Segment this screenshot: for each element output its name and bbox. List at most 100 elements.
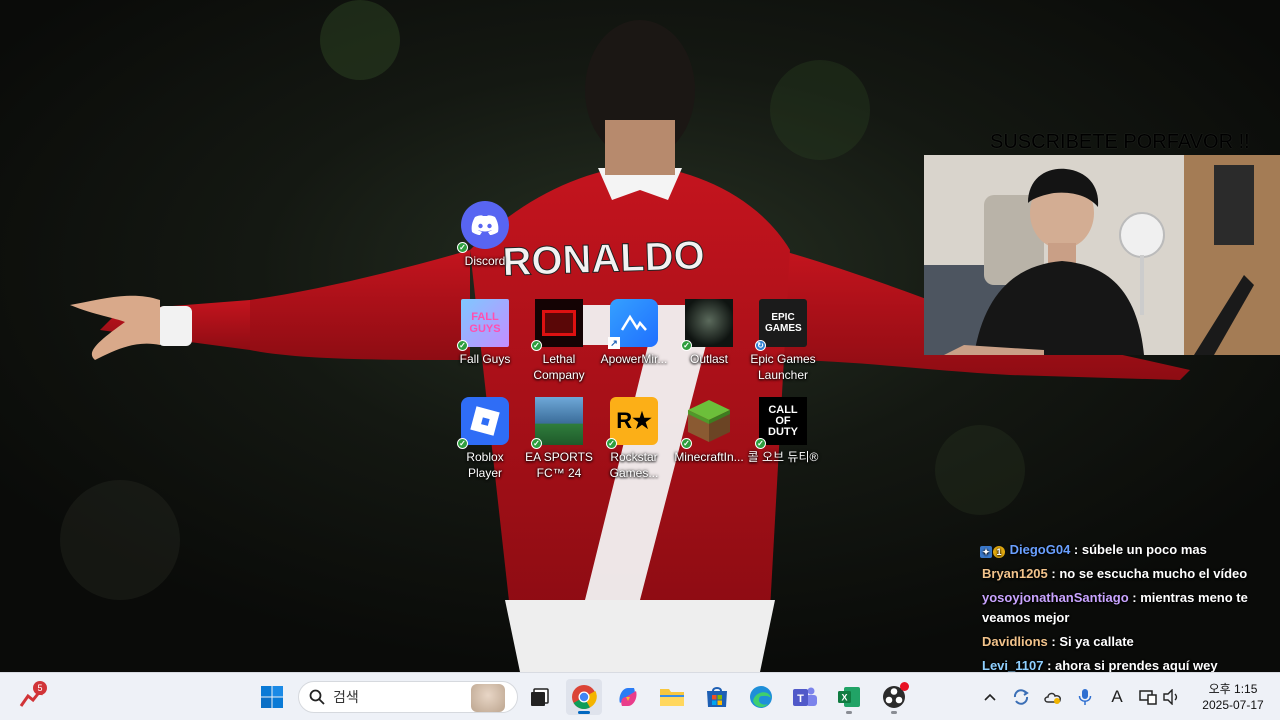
webcam-feed — [924, 155, 1280, 355]
discord-icon: ✓ — [457, 201, 509, 253]
chat-text: ahora si prendes aquí wey — [1055, 658, 1218, 673]
search-icon — [309, 689, 325, 705]
edge-icon — [750, 686, 772, 708]
webcam-title: SUSCRIBETE PORFAVOR !! — [990, 131, 1250, 153]
teams-icon: T — [793, 687, 817, 706]
desktop-icon-label: Fall Guys — [459, 352, 511, 366]
desktop-icon-call-of-duty[interactable]: CALL OF DUTY ✓ 콜 오브 듀티® — [746, 397, 820, 465]
chat-username: Levi_1107 — [982, 658, 1044, 673]
network-tray-button[interactable] — [1136, 685, 1160, 709]
search-placeholder: 검색 — [333, 689, 359, 705]
store-icon — [707, 687, 727, 707]
taskbar-app-excel[interactable]: X — [831, 679, 867, 715]
sync-icon — [1013, 689, 1029, 705]
sync-check-icon: ✓ — [606, 438, 617, 449]
taskbar-app-edge[interactable] — [743, 679, 779, 715]
clock-time: 오후 1:15 — [1208, 682, 1258, 696]
epic-games-icon: EPIC GAMES ↻ — [755, 299, 807, 351]
chevron-up-icon — [984, 693, 996, 701]
jersey-name: RONALDO — [502, 233, 706, 284]
chat-username: DiegoG04 — [1009, 542, 1071, 557]
chat-message: Davidlions : Si ya callate — [982, 634, 1134, 649]
desktop-icon-label: Discord — [464, 254, 506, 268]
chat-text: Si ya callate — [1059, 634, 1134, 649]
sync-check-icon: ✓ — [681, 438, 692, 449]
taskbar-clock[interactable]: 오후 1:15 2025-07-17 — [1192, 681, 1274, 713]
microphone-icon — [1078, 689, 1092, 705]
copilot-icon — [619, 688, 637, 706]
task-view-button[interactable] — [522, 679, 558, 715]
running-indicator — [846, 711, 852, 714]
call-of-duty-icon: CALL OF DUTY ✓ — [755, 397, 807, 449]
sync-tray-button[interactable] — [1009, 685, 1033, 709]
chat-message: ✦ 1 DiegoG04 : súbele un poco mas — [978, 540, 1278, 560]
sync-pending-icon: ↻ — [755, 340, 766, 351]
widgets-button[interactable]: 5 — [14, 679, 50, 715]
sync-check-icon: ✓ — [457, 242, 468, 253]
sync-check-icon: ✓ — [457, 340, 468, 351]
desktop-icon-lethal-company[interactable]: ✓ Lethal Company — [522, 299, 596, 383]
taskbar-app-teams[interactable]: T — [787, 679, 823, 715]
running-indicator — [891, 711, 897, 714]
chrome-icon — [572, 685, 597, 710]
chat-message: yosoyjonathanSantiago : mientras meno te… — [982, 590, 1248, 625]
desktop-icon-label: MinecraftIn... — [674, 450, 744, 464]
sync-check-icon: ✓ — [681, 340, 692, 351]
lethal-company-icon: ✓ — [531, 299, 583, 351]
excel-icon: X — [838, 687, 860, 707]
shortcut-arrow-icon: ↗ — [608, 337, 620, 349]
desktop-icon-rockstar-games[interactable]: R★ ✓ Rockstar Games... — [597, 397, 671, 481]
sync-check-icon: ✓ — [755, 438, 766, 449]
chat-message: Bryan1205 : no se escucha mucho el vídeo — [982, 566, 1248, 581]
minecraft-icon: ✓ — [681, 397, 733, 449]
desktop-icon-label: ApowerMir... — [600, 352, 668, 366]
chat-text: no se escucha mucho el vídeo — [1059, 566, 1248, 581]
chat-text: súbele un poco mas — [1081, 542, 1207, 557]
clock-date: 2025-07-17 — [1202, 698, 1264, 712]
desktop-icon-roblox-player[interactable]: ✓ Roblox Player — [448, 397, 522, 481]
windows-logo-icon — [261, 686, 283, 708]
taskbar-app-obs[interactable] — [876, 679, 912, 715]
desktop-icon-apowermirror[interactable]: ↗ ApowerMir... — [597, 299, 671, 367]
sync-check-icon: ✓ — [457, 438, 468, 449]
gift-badge-icon: 1 — [993, 546, 1005, 558]
fall-guys-icon: FALL GUYS ✓ — [457, 299, 509, 351]
desktop-icon-ea-sports-fc-24[interactable]: ✓ EA SPORTS FC™ 24 — [522, 397, 596, 481]
taskbar-app-microsoft-store[interactable] — [699, 679, 735, 715]
apowermirror-icon: ↗ — [608, 299, 658, 349]
desktop-icon-label: Epic Games Launcher — [750, 352, 816, 382]
desktop-icon-epic-games-launcher[interactable]: EPIC GAMES ↻ Epic Games Launcher — [746, 299, 820, 383]
running-indicator — [578, 711, 590, 714]
desktop-icon-outlast[interactable]: ✓ Outlast — [672, 299, 746, 367]
prime-badge-icon: ✦ — [980, 546, 992, 558]
roblox-icon: ✓ — [457, 397, 509, 449]
desktop-icon-label: Roblox Player — [466, 450, 504, 480]
taskbar-search-box[interactable]: 검색 — [298, 681, 518, 713]
microphone-tray-button[interactable] — [1073, 685, 1097, 709]
task-view-icon — [531, 688, 549, 706]
start-button[interactable] — [254, 679, 290, 715]
svg-text:T: T — [797, 693, 804, 705]
notification-badge: 5 — [33, 681, 47, 695]
desktop-icon-label: EA SPORTS FC™ 24 — [525, 450, 593, 480]
taskbar-app-copilot[interactable] — [610, 679, 646, 715]
rockstar-games-icon: R★ ✓ — [606, 397, 658, 449]
desktop-icon-label: 콜 오브 듀티® — [747, 450, 819, 464]
recording-dot-icon — [900, 682, 909, 691]
taskbar-app-chrome[interactable] — [566, 679, 602, 715]
taskbar-app-file-explorer[interactable] — [654, 679, 690, 715]
network-monitor-icon — [1139, 690, 1157, 705]
chat-username: yosoyjonathanSantiago — [982, 590, 1129, 605]
sync-check-icon: ✓ — [531, 438, 542, 449]
chat-username: Davidlions — [982, 634, 1048, 649]
desktop-icon-minecraft-installer[interactable]: ✓ MinecraftIn... — [672, 397, 746, 465]
volume-tray-button[interactable] — [1160, 685, 1184, 709]
taskbar: 5 검색 T X A 오후 1:15 2025-07-17 — [0, 672, 1280, 720]
stream-chat: ✦ 1 DiegoG04 : súbele un poco mas Bryan12… — [978, 540, 1278, 676]
onedrive-tray-button[interactable] — [1041, 685, 1065, 709]
show-hidden-icons-button[interactable] — [978, 685, 1002, 709]
input-language-button[interactable]: A — [1105, 685, 1129, 709]
desktop-icon-fall-guys[interactable]: FALL GUYS ✓ Fall Guys — [448, 299, 522, 367]
folder-icon — [660, 689, 684, 706]
desktop-icon-discord[interactable]: ✓ Discord — [448, 201, 522, 269]
